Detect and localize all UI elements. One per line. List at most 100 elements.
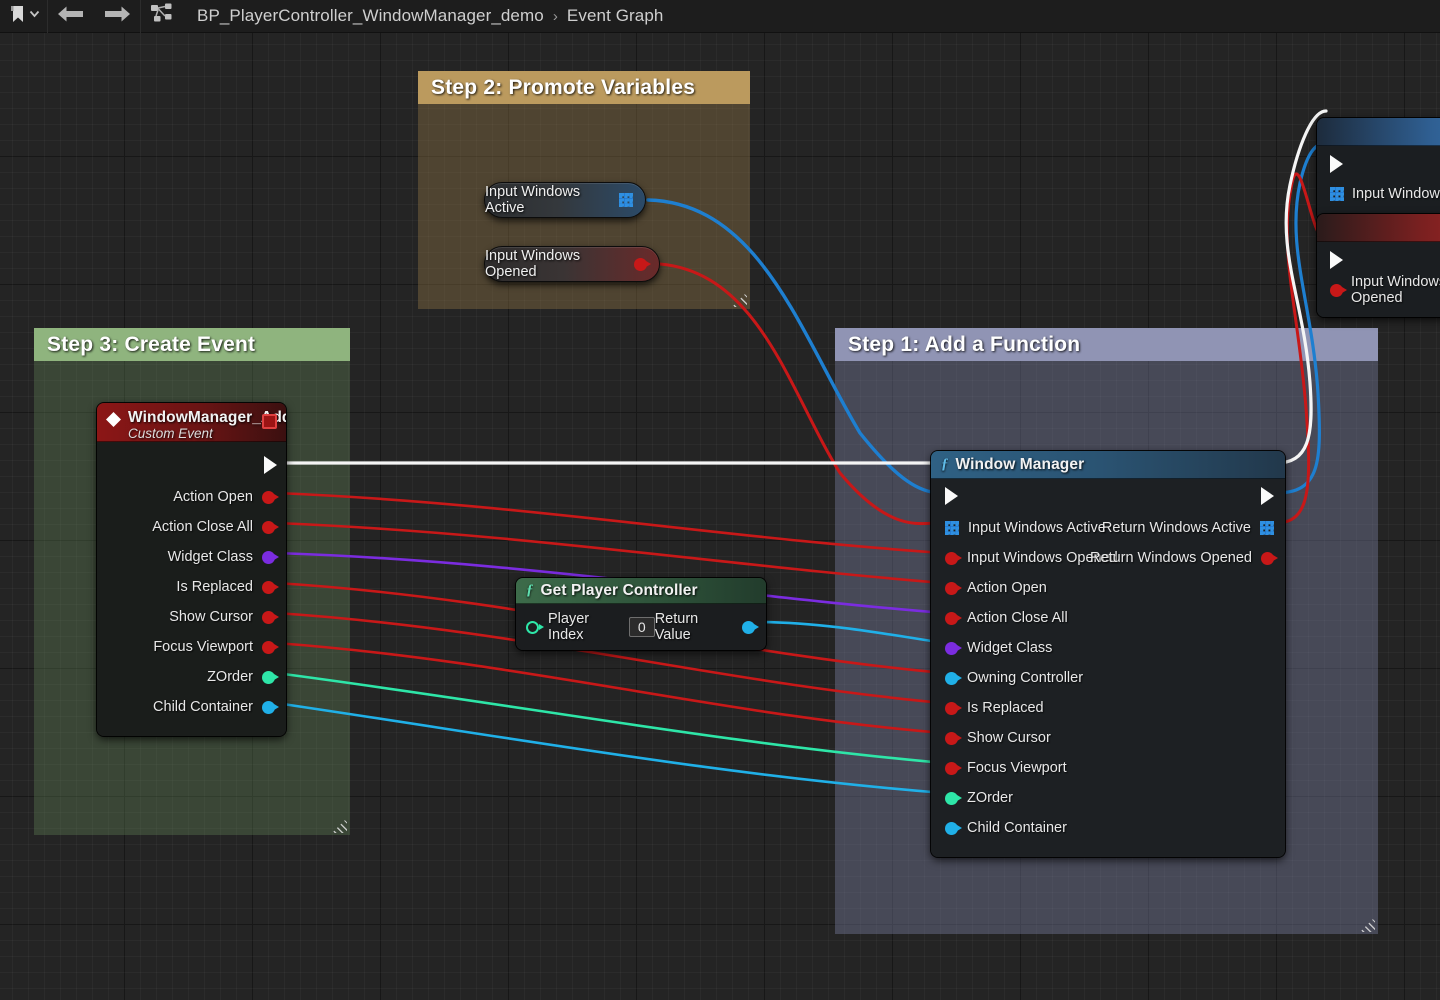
exec-out-pin[interactable] xyxy=(264,456,277,474)
pin-label: Input Windows Active xyxy=(968,520,1106,536)
node-header: ƒ Window Manager xyxy=(931,451,1285,479)
chevron-down-icon[interactable] xyxy=(28,7,41,25)
node-title: Get Player Controller xyxy=(540,581,698,599)
pin-row: Action Open xyxy=(97,482,286,512)
pin-label: Widget Class xyxy=(167,549,253,565)
variable-label: Input Windows Opened xyxy=(485,248,581,280)
data-pin-icon[interactable] xyxy=(945,641,962,655)
pin-label: Widget Class xyxy=(967,640,1053,656)
pin-label: Show Cursor xyxy=(967,730,1051,746)
data-pin-icon[interactable] xyxy=(262,640,279,654)
pin-row: Focus Viewport xyxy=(931,753,1285,783)
node-header: SET xyxy=(1317,214,1440,242)
pin-label: Focus Viewport xyxy=(153,639,253,655)
node-header: SET xyxy=(1317,118,1440,146)
array-pin-icon[interactable] xyxy=(619,193,633,207)
breadcrumb-blueprint[interactable]: BP_PlayerController_WindowManager_demo xyxy=(197,6,544,26)
node-set-input-windows-active[interactable]: SET Input Windows Active xyxy=(1317,118,1440,221)
variable-node-input-windows-opened[interactable]: Input Windows Opened xyxy=(484,246,660,282)
exec-in-pin[interactable] xyxy=(1330,155,1343,173)
forward-button[interactable] xyxy=(94,0,140,33)
bool-pin-icon[interactable] xyxy=(634,257,651,271)
exec-out-pin[interactable] xyxy=(1261,487,1274,505)
variable-node-input-windows-active[interactable]: Input Windows Active xyxy=(484,182,646,218)
breadcrumb-separator: › xyxy=(552,7,558,25)
exec-in-pin[interactable] xyxy=(1330,251,1343,269)
bookmark-icon[interactable] xyxy=(10,5,25,28)
set-pin-label: Input Windows Active xyxy=(1352,186,1440,202)
player-index-field[interactable]: 0 xyxy=(628,617,655,637)
pin-row: Is Replaced xyxy=(97,572,286,602)
stop-square-icon[interactable] xyxy=(262,414,277,429)
pin-label: Owning Controller xyxy=(967,670,1084,686)
event-output-pins: Action Open Action Close All Widget Class I… xyxy=(97,482,286,722)
event-diamond-icon xyxy=(106,412,121,427)
exec-in-pin[interactable] xyxy=(945,487,958,505)
data-pin-icon[interactable] xyxy=(945,611,962,625)
bool-pin-icon[interactable] xyxy=(1330,283,1347,297)
int-pin-icon[interactable] xyxy=(526,620,544,634)
data-pin-icon[interactable] xyxy=(262,610,279,624)
node-window-manager[interactable]: ƒ Window Manager Input Windows Active Inp… xyxy=(931,451,1285,857)
data-pin-icon[interactable] xyxy=(945,761,962,775)
set-value-pin-row: Input Windows Opened xyxy=(1317,274,1440,306)
event-graph-canvas[interactable]: Step 2: Promote Variables Step 3: Create… xyxy=(0,33,1440,1000)
node-custom-event-windowmanager-add[interactable]: WindowManager_Add Custom Event Action Op… xyxy=(97,403,286,736)
pin-row: Is Replaced xyxy=(931,693,1285,723)
return-value-output-row: Return Value xyxy=(655,611,759,643)
data-pin-icon[interactable] xyxy=(262,580,279,594)
wire-input-windows-opened xyxy=(658,262,940,526)
data-pin-icon[interactable] xyxy=(945,581,962,595)
pin-label: Action Close All xyxy=(967,610,1068,626)
data-pin-icon[interactable] xyxy=(1261,551,1278,565)
data-pin-icon[interactable] xyxy=(945,791,962,805)
graph-toolbar: BP_PlayerController_WindowManager_demo ›… xyxy=(0,0,1440,33)
node-body: Input Windows Opened xyxy=(1317,242,1440,317)
back-button[interactable] xyxy=(48,0,94,33)
data-pin-icon[interactable] xyxy=(945,821,962,835)
variable-label: Input Windows Active xyxy=(485,184,581,216)
array-pin-icon[interactable] xyxy=(1330,187,1344,201)
data-pin-icon[interactable] xyxy=(262,550,279,564)
pin-label: Child Container xyxy=(153,699,253,715)
pin-label: ZOrder xyxy=(967,790,1013,806)
node-get-player-controller[interactable]: ƒ Get Player Controller Player Index 0 R… xyxy=(516,578,766,650)
exec-row xyxy=(1317,148,1440,180)
data-pin-icon[interactable] xyxy=(945,551,962,565)
pin-row: Child Container xyxy=(931,813,1285,843)
exec-out-row xyxy=(97,448,286,482)
object-pin-icon[interactable] xyxy=(742,620,759,634)
array-pin-icon[interactable] xyxy=(1260,521,1274,535)
data-pin-icon[interactable] xyxy=(262,700,279,714)
data-pin-icon[interactable] xyxy=(945,731,962,745)
pin-row: Widget Class xyxy=(97,542,286,572)
node-header: WindowManager_Add Custom Event xyxy=(97,403,286,442)
blueprint-graph-icon xyxy=(150,3,174,30)
pin-label: Focus Viewport xyxy=(967,760,1067,776)
data-pin-icon[interactable] xyxy=(262,520,279,534)
arrow-right-icon xyxy=(103,5,131,28)
bookmark-group[interactable] xyxy=(0,5,47,28)
set-value-pin-row: Input Windows Active xyxy=(1317,180,1440,208)
window-manager-pins: Input Windows Active Input Windows Opened… xyxy=(931,513,1285,843)
data-pin-icon[interactable] xyxy=(945,671,962,685)
arrow-left-icon xyxy=(57,5,85,28)
wire-child-container xyxy=(274,701,946,795)
node-body: Action Open Action Close All Widget Class I… xyxy=(97,442,286,736)
data-pin-icon[interactable] xyxy=(262,490,279,504)
player-index-label: Player Index xyxy=(548,611,590,643)
wire-action-close-all xyxy=(274,521,946,585)
node-body: Input Windows Active Input Windows Opened… xyxy=(931,479,1285,857)
data-pin-icon[interactable] xyxy=(262,670,279,684)
node-set-input-windows-opened[interactable]: SET Input Windows Opened xyxy=(1317,214,1440,317)
node-body: Player Index 0 Return Value xyxy=(516,604,766,650)
pin-row: Owning Controller xyxy=(931,663,1285,693)
array-pin-icon[interactable] xyxy=(945,521,959,535)
pin-row: Child Container xyxy=(97,692,286,722)
function-f-icon: ƒ xyxy=(526,582,534,598)
blueprint-graph-button[interactable] xyxy=(141,0,183,33)
breadcrumb-graph[interactable]: Event Graph xyxy=(567,6,664,26)
pin-label: Is Replaced xyxy=(176,579,253,595)
data-pin-icon[interactable] xyxy=(945,701,962,715)
pin-row: Return Windows Active xyxy=(1102,513,1285,543)
